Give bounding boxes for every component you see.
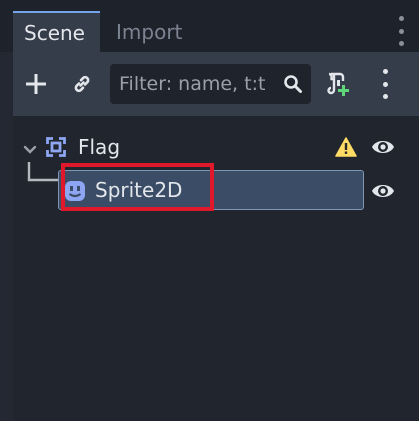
link-icon xyxy=(74,75,90,93)
node-label-flag: Flag xyxy=(78,135,121,159)
sprite2d-icon xyxy=(64,180,86,206)
filter-input[interactable] xyxy=(119,73,277,95)
dock-menu-icon[interactable] xyxy=(394,16,408,46)
attach-script-icon xyxy=(327,72,349,96)
scene-tree: Flag Sprite2D xyxy=(13,116,419,421)
visibility-eye-icon[interactable] xyxy=(371,181,395,205)
tree-connector-line xyxy=(27,162,61,182)
tab-bar: Scene Import xyxy=(0,0,419,52)
visibility-eye-icon[interactable] xyxy=(371,137,395,161)
scene-dock: Scene Import Filter: name, t:t Flag Spri… xyxy=(0,0,419,421)
node-label-sprite2d: Sprite2D xyxy=(95,178,183,202)
tab-import-label: Import xyxy=(116,19,183,44)
search-icon[interactable] xyxy=(283,74,303,98)
plus-icon xyxy=(26,74,46,94)
tab-scene-label: Scene xyxy=(24,20,85,45)
filter-box xyxy=(110,64,311,104)
add-node-button[interactable] xyxy=(24,70,48,98)
node2d-icon xyxy=(46,137,66,161)
tree-row-sprite2d[interactable]: Sprite2D xyxy=(13,162,419,214)
tree-row-flag[interactable]: Flag xyxy=(13,126,419,168)
scene-menu-button[interactable] xyxy=(376,69,394,99)
instantiate-scene-button[interactable] xyxy=(70,70,94,98)
chevron-down-icon[interactable] xyxy=(23,140,37,159)
scene-panel: Flag xyxy=(13,52,419,421)
warning-icon[interactable] xyxy=(335,137,357,161)
tab-scene[interactable]: Scene xyxy=(13,11,100,52)
attach-script-button[interactable] xyxy=(325,70,351,98)
tab-import[interactable]: Import xyxy=(116,11,182,52)
